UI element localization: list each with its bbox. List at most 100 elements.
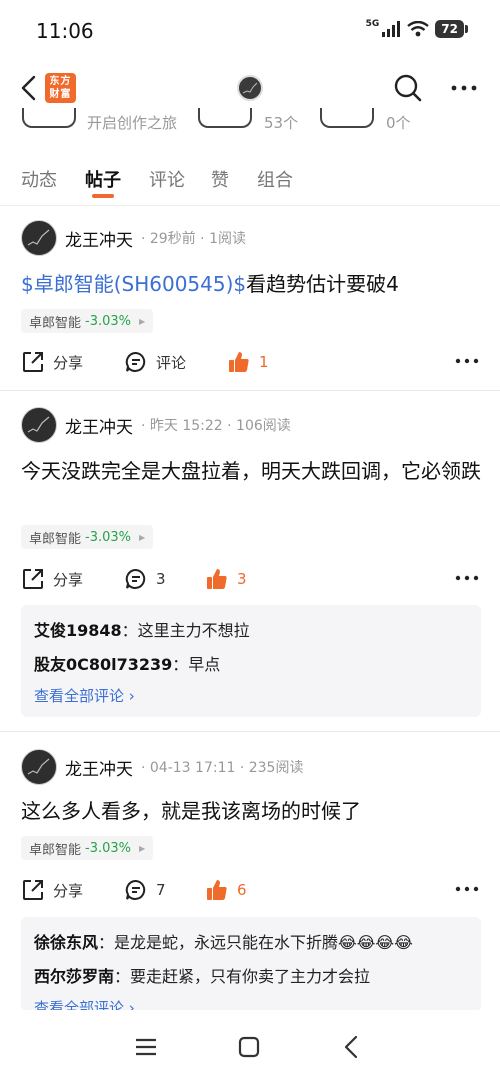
comment-item[interactable]: 艾俊19848：这里主力不想拉 bbox=[34, 617, 250, 641]
avatar[interactable] bbox=[21, 220, 57, 256]
chart-avatar-icon bbox=[242, 82, 258, 94]
share-button[interactable]: 分享 bbox=[21, 564, 83, 594]
back-icon[interactable] bbox=[337, 1032, 367, 1062]
author-name[interactable]: 龙王冲天 bbox=[65, 226, 133, 251]
post-meta: · 04-13 17:11 · 235阅读 bbox=[141, 760, 304, 776]
tab-portfolios[interactable]: 组合 bbox=[257, 166, 293, 192]
tab-likes[interactable]: 赞 bbox=[211, 166, 229, 192]
share-button[interactable]: 分享 bbox=[21, 875, 83, 905]
stat-other-count[interactable]: 0个 bbox=[386, 112, 411, 133]
share-label: 分享 bbox=[53, 353, 84, 372]
stock-chip[interactable]: 卓郎智能 -3.03% ▶ bbox=[21, 309, 154, 333]
stock-chip[interactable]: 卓郎智能 -3.03% ▶ bbox=[21, 525, 154, 549]
like-count: 3 bbox=[237, 570, 247, 588]
post-actions: 分享 7 6 bbox=[0, 875, 500, 905]
avatar[interactable] bbox=[21, 407, 57, 443]
comment-button[interactable]: 3 bbox=[124, 564, 166, 594]
search-icon[interactable] bbox=[392, 72, 424, 104]
post-author[interactable]: 龙王冲天 · 29秒前 · 1阅读 bbox=[21, 220, 246, 256]
chart-avatar-icon bbox=[27, 416, 50, 433]
comment-button[interactable]: 评论 bbox=[124, 347, 186, 377]
author-name[interactable]: 龙王冲天 bbox=[65, 413, 133, 438]
stat-create-label[interactable]: 开启创作之旅 bbox=[87, 112, 177, 133]
stats-strip: 开启创作之旅 53个 0个 bbox=[0, 108, 500, 138]
stock-name: 卓郎智能 bbox=[29, 842, 82, 858]
thumbs-up-icon bbox=[207, 880, 227, 900]
stock-change: -3.03% bbox=[85, 313, 132, 329]
post-body: 看趋势估计要破4 bbox=[246, 272, 399, 296]
commenter-name[interactable]: 徐徐东风 bbox=[34, 933, 98, 952]
home-square-icon[interactable] bbox=[234, 1032, 264, 1062]
comment-label: 评论 bbox=[156, 353, 187, 372]
commenter-name[interactable]: 股友0C80l73239 bbox=[34, 655, 172, 674]
share-button[interactable]: 分享 bbox=[21, 347, 83, 377]
comment-text: ：是龙是蛇，永远只能在水下折腾😂😂😂😂 bbox=[98, 933, 413, 952]
status-bar: 11:06 5G 72 bbox=[0, 0, 500, 60]
more-options-icon[interactable] bbox=[453, 351, 481, 371]
play-arrow-icon: ▶ bbox=[139, 316, 146, 326]
post-text[interactable]: 这么多人看多，就是我该离场的时候了 bbox=[21, 795, 481, 827]
view-all-comments-link[interactable]: 查看全部评论 › bbox=[34, 997, 135, 1011]
post-card[interactable]: 龙王冲天 · 29秒前 · 1阅读 $卓郎智能(SH600545)$看趋势估计要… bbox=[0, 220, 500, 390]
post-author[interactable]: 龙王冲天 · 昨天 15:22 · 106阅读 bbox=[21, 407, 291, 443]
post-text[interactable]: 今天没跌完全是大盘拉着，明天大跌回调，它必领跌 bbox=[21, 455, 481, 487]
tab-posts[interactable]: 帖子 bbox=[85, 166, 121, 192]
comment-icon bbox=[125, 879, 146, 900]
like-button[interactable]: 3 bbox=[205, 564, 247, 594]
share-icon bbox=[23, 352, 43, 372]
commenter-name[interactable]: 西尔莎罗南 bbox=[34, 967, 114, 986]
chart-avatar-icon bbox=[27, 229, 50, 246]
post-text[interactable]: $卓郎智能(SH600545)$看趋势估计要破4 bbox=[21, 268, 481, 300]
system-nav-bar bbox=[0, 1010, 500, 1083]
stat-create-icon[interactable] bbox=[22, 108, 76, 128]
comment-button[interactable]: 7 bbox=[124, 875, 166, 905]
stat-posts-count[interactable]: 53个 bbox=[264, 112, 298, 133]
like-button[interactable]: 1 bbox=[227, 347, 269, 377]
share-label: 分享 bbox=[53, 570, 84, 589]
header-avatar[interactable] bbox=[237, 75, 263, 101]
author-name[interactable]: 龙王冲天 bbox=[65, 755, 133, 780]
like-count: 1 bbox=[259, 353, 269, 371]
stock-chip[interactable]: 卓郎智能 -3.03% ▶ bbox=[21, 836, 154, 860]
stock-change: -3.03% bbox=[85, 529, 132, 545]
like-button[interactable]: 6 bbox=[205, 875, 247, 905]
active-tab-indicator bbox=[92, 194, 114, 198]
comment-item[interactable]: 西尔莎罗南：要走赶紧，只有你卖了主力才会拉 bbox=[34, 963, 370, 987]
comment-count: 7 bbox=[156, 881, 166, 899]
menu-icon[interactable] bbox=[131, 1032, 161, 1062]
divider bbox=[0, 390, 500, 391]
avatar[interactable] bbox=[21, 749, 57, 785]
app-logo: 东方 财富 bbox=[45, 73, 76, 103]
more-options-icon[interactable] bbox=[448, 74, 480, 102]
like-count: 6 bbox=[237, 881, 247, 899]
comment-preview-box[interactable]: 徐徐东风：是龙是蛇，永远只能在水下折腾😂😂😂😂 西尔莎罗南：要走赶紧，只有你卖了… bbox=[21, 917, 481, 1011]
post-author[interactable]: 龙王冲天 · 04-13 17:11 · 235阅读 bbox=[21, 749, 303, 785]
comment-item[interactable]: 徐徐东风：是龙是蛇，永远只能在水下折腾😂😂😂😂 bbox=[34, 929, 413, 953]
play-arrow-icon: ▶ bbox=[139, 532, 146, 542]
stock-ticker-link[interactable]: $卓郎智能(SH600545)$ bbox=[21, 272, 246, 296]
back-arrow-icon[interactable] bbox=[14, 72, 46, 104]
status-time: 11:06 bbox=[36, 19, 94, 43]
post-actions: 分享 评论 1 bbox=[0, 347, 500, 377]
stat-posts-icon[interactable] bbox=[198, 108, 252, 128]
comment-item[interactable]: 股友0C80l73239：早点 bbox=[34, 651, 220, 675]
tab-comments[interactable]: 评论 bbox=[149, 166, 185, 192]
stat-other-icon[interactable] bbox=[320, 108, 374, 128]
post-card[interactable]: 龙王冲天 · 04-13 17:11 · 235阅读 这么多人看多，就是我该离场… bbox=[0, 749, 500, 1011]
tab-dynamics[interactable]: 动态 bbox=[21, 166, 57, 192]
play-arrow-icon: ▶ bbox=[139, 843, 146, 853]
share-icon bbox=[23, 569, 43, 589]
battery-indicator: 72 bbox=[435, 20, 468, 38]
more-options-icon[interactable] bbox=[453, 879, 481, 899]
status-icons: 5G 72 bbox=[366, 20, 468, 38]
view-all-comments-link[interactable]: 查看全部评论 › bbox=[34, 685, 135, 706]
share-label: 分享 bbox=[53, 881, 84, 900]
commenter-name[interactable]: 艾俊19848 bbox=[34, 621, 122, 640]
profile-tabs: 动态 帖子 评论 赞 组合 bbox=[0, 150, 500, 206]
share-icon bbox=[23, 880, 43, 900]
stock-name: 卓郎智能 bbox=[29, 315, 82, 331]
comment-preview-box[interactable]: 艾俊19848：这里主力不想拉 股友0C80l73239：早点 查看全部评论 › bbox=[21, 605, 481, 717]
post-card[interactable]: 龙王冲天 · 昨天 15:22 · 106阅读 今天没跌完全是大盘拉着，明天大跌… bbox=[0, 407, 500, 719]
stock-change: -3.03% bbox=[85, 840, 132, 856]
more-options-icon[interactable] bbox=[453, 568, 481, 588]
